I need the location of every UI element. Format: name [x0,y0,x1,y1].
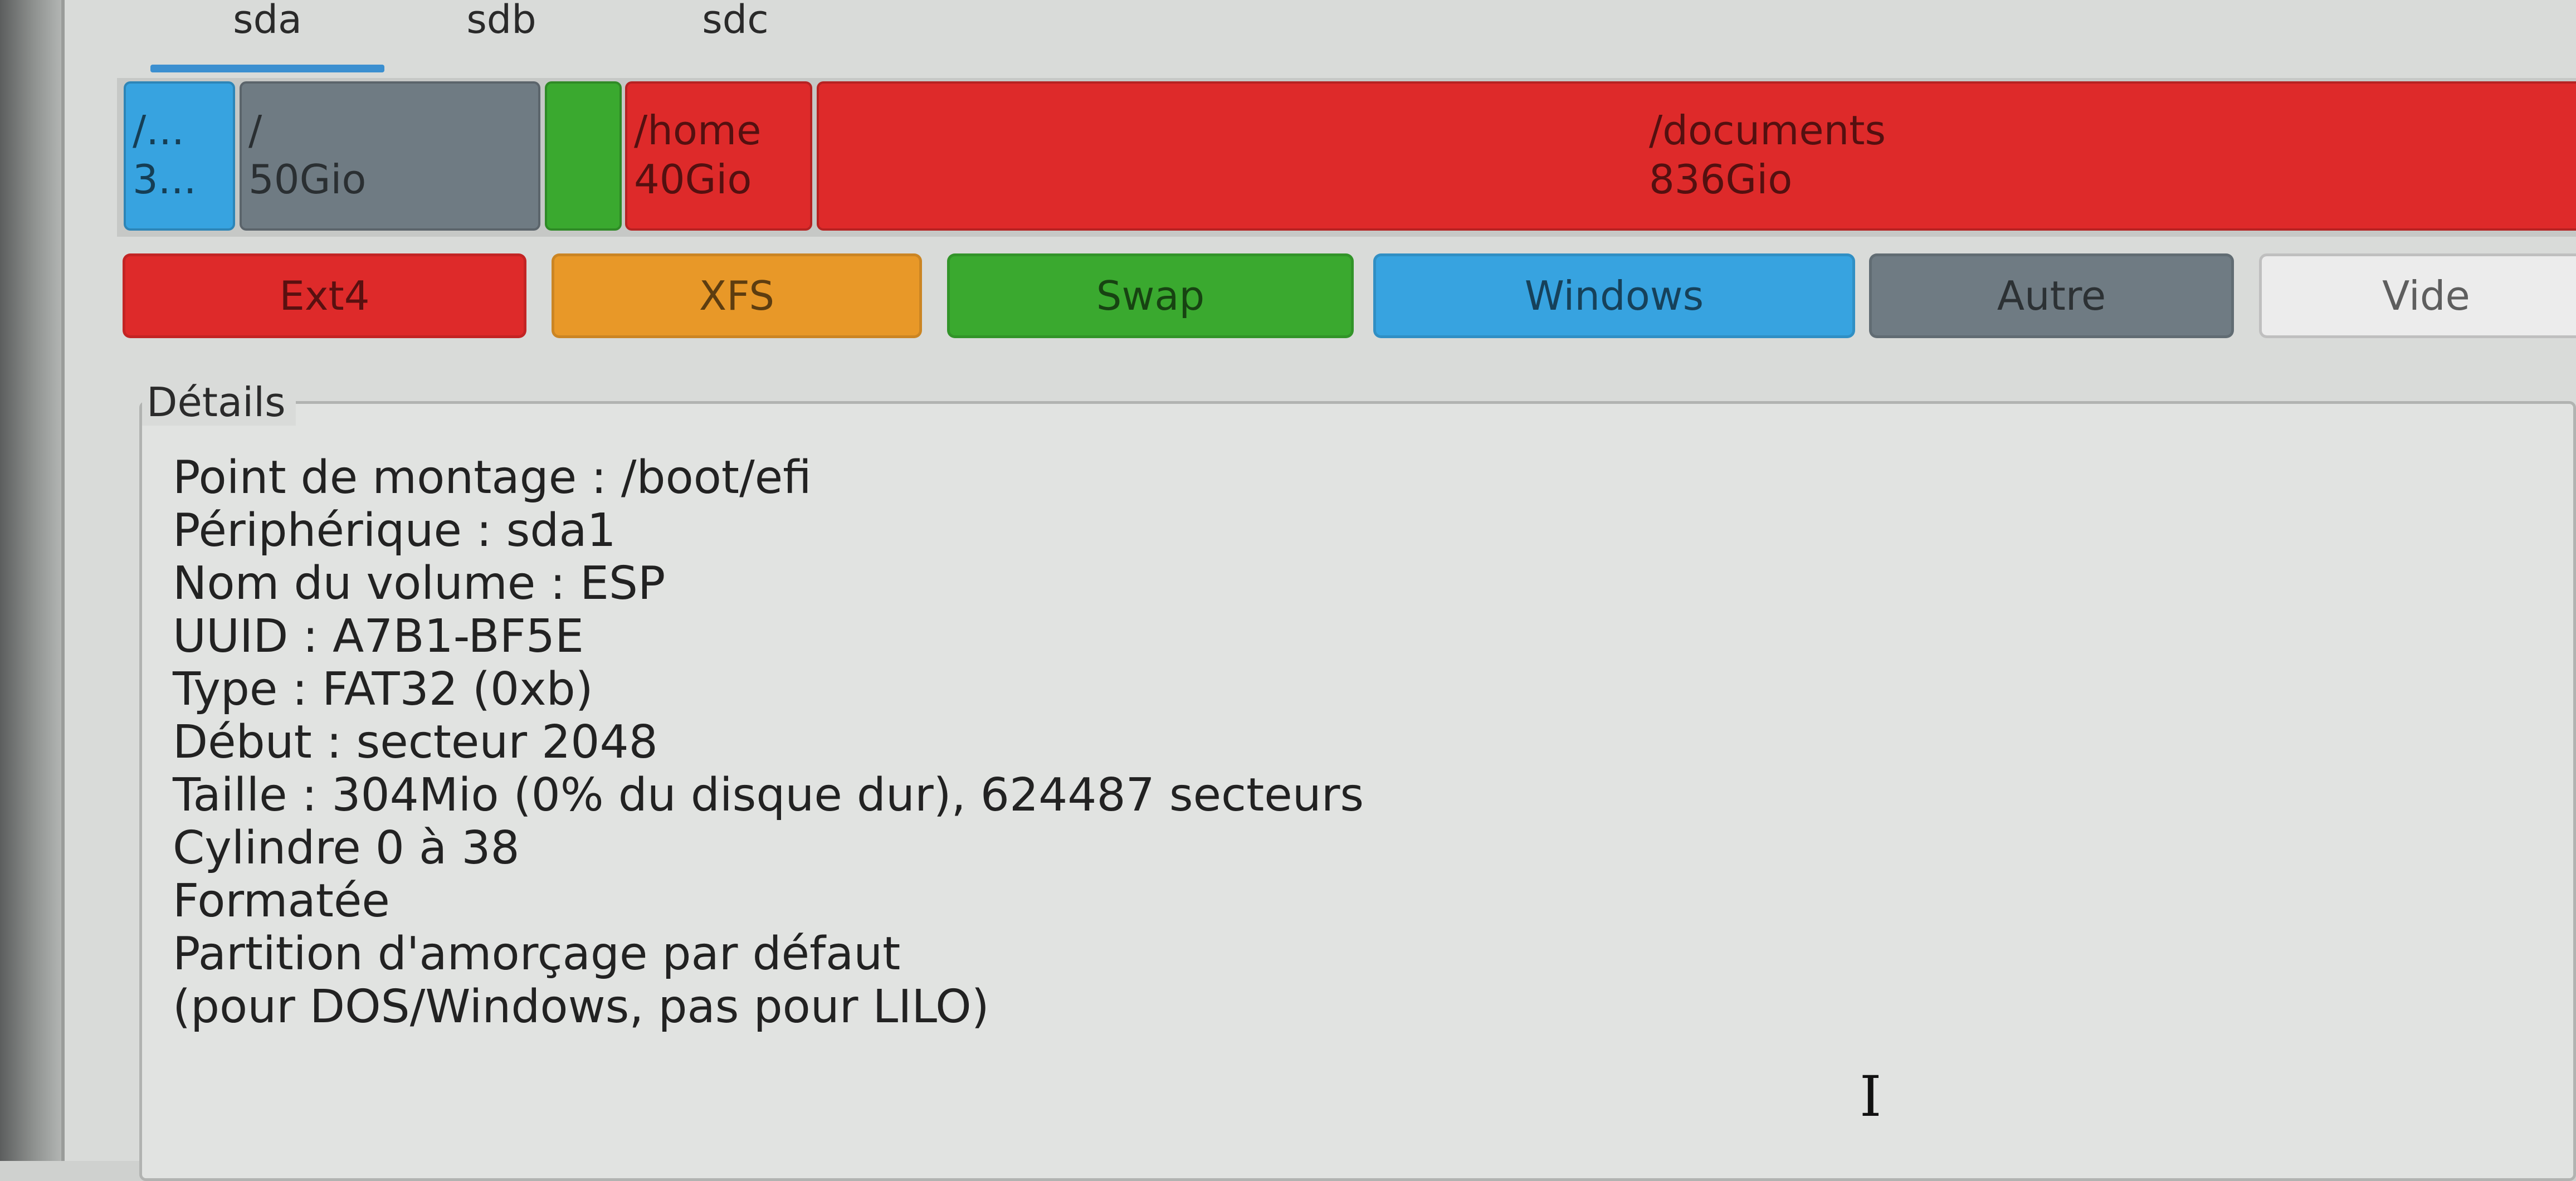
detail-size: Taille : 304Mio (0% du disque dur), 6244… [173,769,1364,822]
tab-sdb[interactable]: sdb [384,0,618,72]
partition-mount: /... [133,107,184,154]
detail-type: Type : FAT32 (0xb) [173,663,593,716]
detail-cylinder: Cylindre 0 à 38 [173,822,520,875]
disk-tabs: sda sdb sdc [150,0,852,75]
detail-volume-name: Nom du volume : ESP [173,557,666,610]
detail-device: Périphérique : sda1 [173,504,616,557]
partition-bar: /... 3... / 50Gio /home 40Gio /documents… [117,78,2576,237]
partition-size: 3... [133,156,197,203]
detail-mount-point: Point de montage : /boot/efi [173,451,812,504]
detail-uuid: UUID : A7B1-BF5E [173,610,584,663]
details-text: Point de montage : /boot/efi Périphériqu… [173,451,1364,1033]
legend-windows-button[interactable]: Windows [1373,253,1855,338]
partition-efi[interactable]: /... 3... [124,81,235,231]
legend-ext4-button[interactable]: Ext4 [123,253,526,338]
detail-boot-flag: Partition d'amorçage par défaut [173,928,901,980]
partition-home[interactable]: /home 40Gio [625,81,812,231]
text-cursor-icon: I [1860,1064,1882,1129]
details-title: Détails [142,379,296,426]
partition-root[interactable]: / 50Gio [240,81,540,231]
tab-sda[interactable]: sda [150,0,384,72]
legend-xfs-button[interactable]: XFS [552,253,922,338]
partition-mount: / [248,107,262,154]
partition-size: 836Gio [1649,156,1793,203]
legend-vide-button[interactable]: Vide [2259,253,2576,338]
partition-size: 40Gio [634,156,752,203]
tab-sdc[interactable]: sdc [618,0,852,72]
partition-mount: /documents [1649,107,1886,154]
partition-swap[interactable] [545,81,622,231]
legend-swap-button[interactable]: Swap [947,253,1354,338]
detail-formatted: Formatée [173,875,390,928]
partition-documents[interactable]: /documents 836Gio [817,81,2576,231]
detail-boot-note: (pour DOS/Windows, pas pour LILO) [173,980,989,1033]
screen-bezel [0,0,61,1161]
detail-start: Début : secteur 2048 [173,716,658,769]
legend-autre-button[interactable]: Autre [1869,253,2234,338]
partition-size: 50Gio [248,156,367,203]
partition-mount: /home [634,107,762,154]
